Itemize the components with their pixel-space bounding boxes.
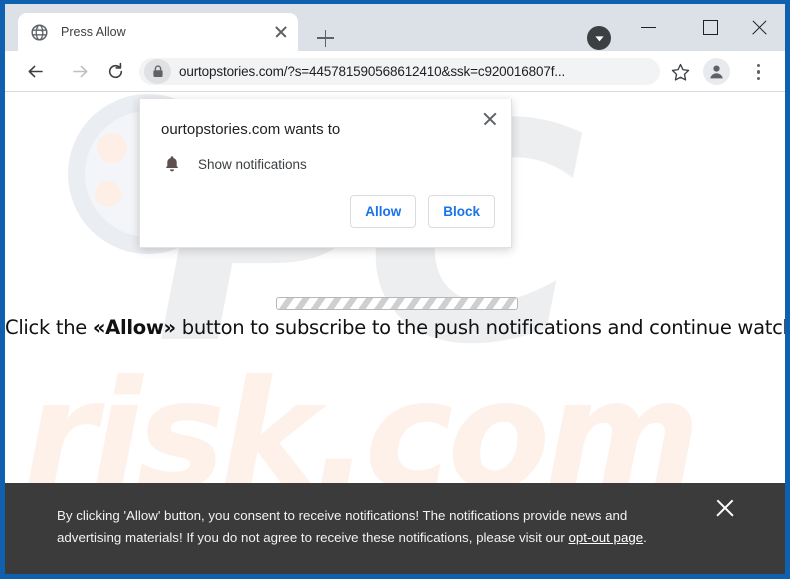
window-maximize-button[interactable] (690, 12, 734, 42)
reload-button[interactable] (100, 56, 130, 86)
reload-icon (108, 62, 122, 78)
bell-icon (161, 153, 183, 175)
browser-tab[interactable]: Press Allow (18, 13, 298, 51)
block-button[interactable]: Block (428, 195, 495, 228)
decorative-dot (97, 133, 127, 163)
headline-suffix: button to subscribe to the push notifica… (175, 316, 785, 339)
consent-banner: By clicking 'Allow' button, you consent … (5, 483, 785, 574)
permission-label: Show notifications (198, 156, 307, 172)
opt-out-page-link[interactable]: opt-out page (568, 530, 643, 545)
tab-close-icon[interactable] (272, 23, 290, 41)
window-minimize-button[interactable] (630, 12, 674, 42)
consent-banner-close-icon[interactable] (713, 496, 737, 520)
page-headline: Click the «Allow» button to subscribe to… (5, 316, 785, 339)
back-button[interactable] (20, 56, 50, 86)
chrome-menu-icon[interactable] (745, 59, 771, 85)
headline-prefix: Click the (5, 316, 93, 339)
arrow-right-icon (72, 65, 87, 77)
viewport-top-divider (5, 91, 785, 92)
arrow-left-icon (28, 65, 43, 77)
permission-row: Show notifications (161, 153, 307, 175)
tab-title: Press Allow (61, 25, 126, 39)
consent-banner-text: By clicking 'Allow' button, you consent … (57, 505, 677, 549)
profile-avatar-icon[interactable] (703, 58, 730, 85)
consent-line-1: By clicking 'Allow' button, you consent … (57, 508, 628, 523)
permission-dialog-title: ourtopstories.com wants to (161, 121, 341, 138)
window-close-button[interactable] (740, 12, 784, 42)
permission-dialog-close-icon[interactable] (479, 108, 501, 130)
lock-icon (144, 59, 171, 84)
url-text: ourtopstories.com/?s=445781590568612410&… (179, 64, 566, 79)
allow-button[interactable]: Allow (350, 195, 417, 228)
download-arrow-icon[interactable] (587, 26, 611, 50)
headline-emphasis: «Allow» (92, 316, 176, 339)
consent-line-2-after: . (643, 530, 647, 545)
new-tab-button[interactable] (311, 24, 339, 52)
permission-dialog-actions: Allow Block (350, 195, 495, 228)
decorative-dot (95, 181, 121, 207)
forward-button (65, 56, 95, 86)
bookmark-star-icon[interactable] (667, 59, 693, 85)
address-bar[interactable]: ourtopstories.com/?s=445781590568612410&… (139, 58, 660, 85)
globe-icon (31, 23, 48, 41)
consent-line-2-before: advertising materials! If you do not agr… (57, 530, 569, 545)
loading-progress-bar (276, 297, 518, 310)
tab-strip: Press Allow (5, 4, 785, 51)
notification-permission-dialog: ourtopstories.com wants to Show notifica… (139, 99, 512, 248)
browser-toolbar: ourtopstories.com/?s=445781590568612410&… (5, 51, 785, 91)
browser-window: Press Allow ourtopstories.com/?s=4457815… (0, 0, 790, 579)
